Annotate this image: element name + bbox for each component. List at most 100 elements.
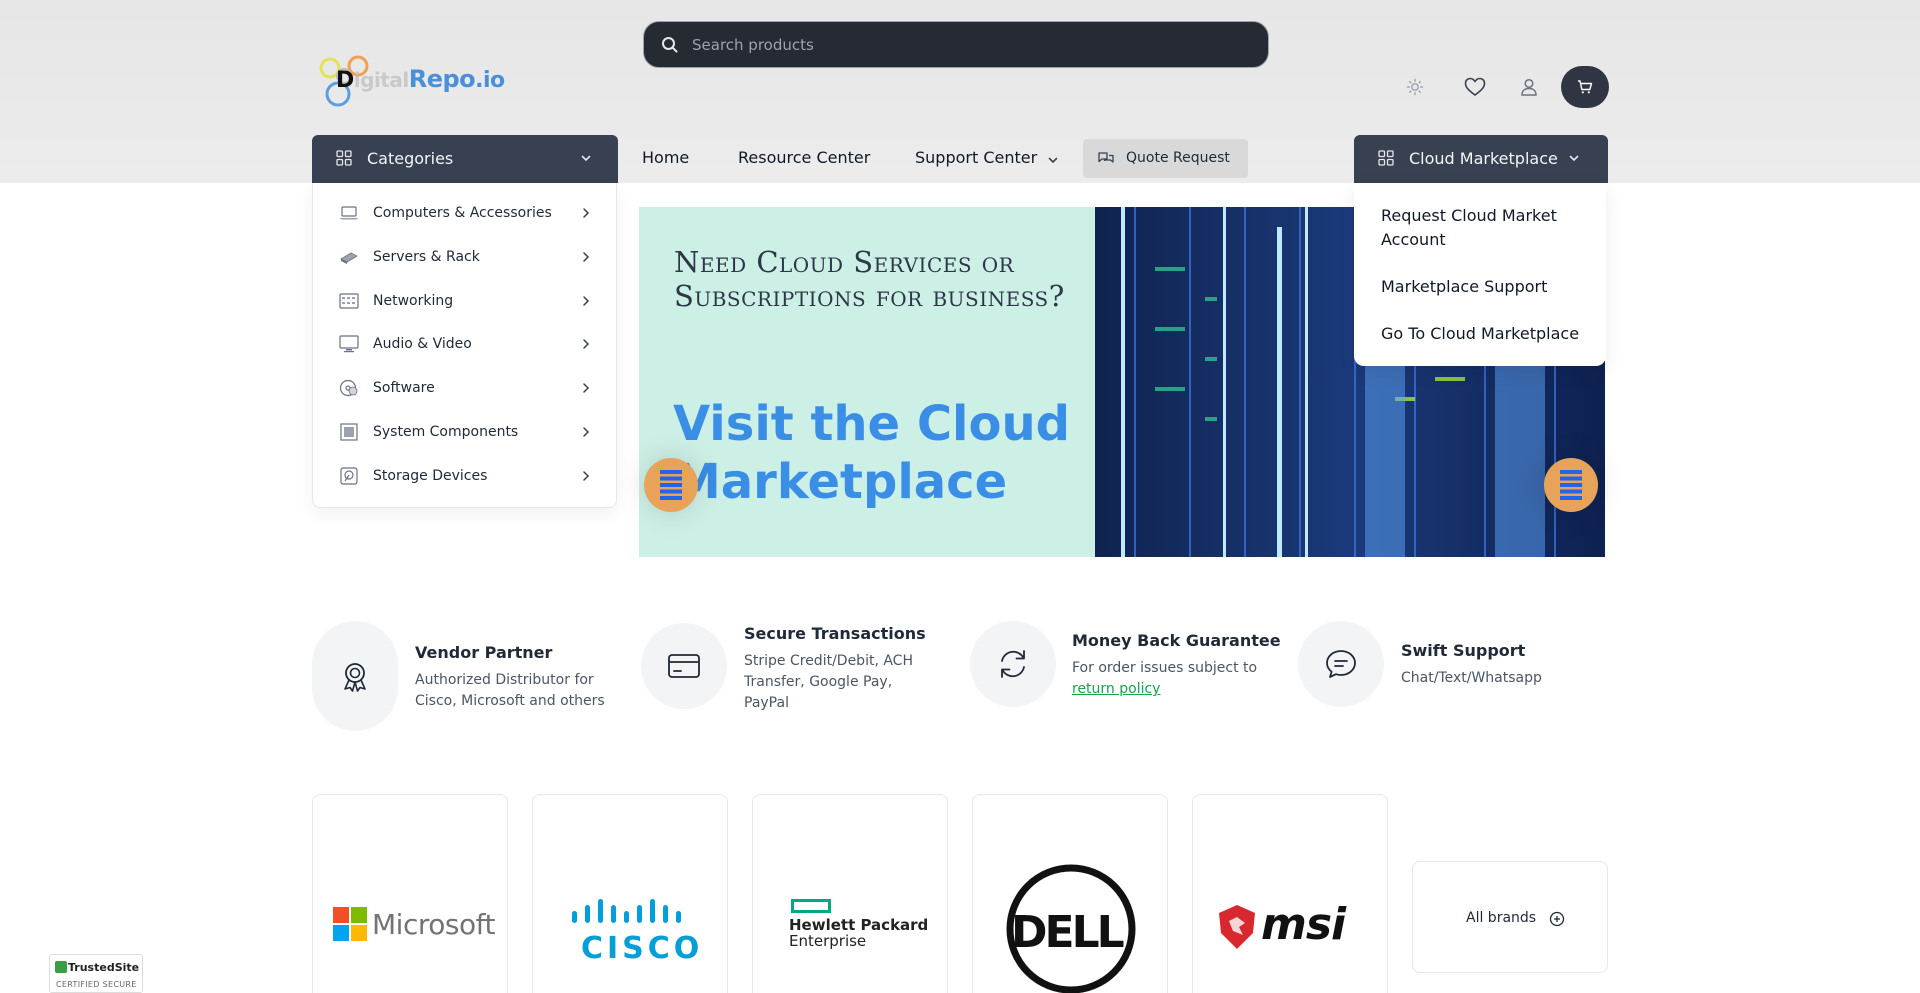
- cisco-wordmark: CISCO: [581, 931, 704, 966]
- feature-swift-support: Swift Support Chat/Text/Whatsapp: [1298, 621, 1598, 711]
- chevron-right-icon: [583, 208, 590, 218]
- chevron-down-icon: [1569, 155, 1579, 162]
- feature-icon-circle: [970, 621, 1056, 707]
- categories-menu: Computers & Accessories Servers & Rack N…: [312, 183, 617, 508]
- msi-dragon-icon: [1219, 905, 1255, 949]
- categories-label: Categories: [367, 149, 454, 168]
- feature-title: Swift Support: [1401, 641, 1526, 660]
- slider-next-icon: [1560, 470, 1582, 500]
- grid-icon: [336, 150, 352, 166]
- feature-description: Authorized Distributor for Cisco, Micros…: [415, 672, 605, 709]
- cloud-marketplace-menu: Request Cloud Market Account Marketplace…: [1354, 183, 1606, 366]
- category-label: Software: [373, 380, 435, 396]
- nav-resource-center-link[interactable]: Resource Center: [738, 148, 870, 167]
- feature-vendor-partner: Vendor Partner Authorized Distributor fo…: [312, 621, 612, 731]
- feature-icon-circle: [1298, 621, 1384, 707]
- logo-io: .io: [475, 68, 505, 93]
- logo-igital: igital: [353, 68, 409, 92]
- feature-title: Secure Transactions: [744, 624, 926, 643]
- chevron-down-icon: [581, 155, 591, 162]
- category-software[interactable]: Software: [313, 369, 618, 409]
- cisco-bars-icon: [572, 899, 681, 923]
- feature-money-back: Money Back Guarantee For order issues su…: [970, 621, 1281, 721]
- category-networking[interactable]: Networking: [313, 282, 618, 322]
- all-brands-button[interactable]: All brands: [1412, 861, 1608, 973]
- user-icon: [1521, 78, 1537, 96]
- network-switch-icon: [339, 293, 359, 309]
- return-policy-link[interactable]: return policy: [1072, 681, 1160, 697]
- account-button[interactable]: [1513, 71, 1545, 103]
- banner-text-panel: Need Cloud Services or Subscriptions for…: [639, 207, 1095, 557]
- banner-title: Need Cloud Services or Subscriptions for…: [674, 245, 1065, 313]
- chevron-right-icon: [583, 296, 590, 306]
- brand-card-hpe[interactable]: Hewlett Packard Enterprise: [752, 794, 948, 993]
- brand-card-dell[interactable]: DELL: [972, 794, 1168, 993]
- microsoft-logo-icon: [333, 907, 367, 941]
- chevron-right-icon: [583, 427, 590, 437]
- banner-prev-button[interactable]: [644, 458, 698, 512]
- brand-card-microsoft[interactable]: Microsoft: [312, 794, 508, 993]
- category-system-components[interactable]: System Components: [313, 413, 618, 453]
- search-icon: [662, 37, 678, 53]
- slider-prev-icon: [660, 470, 682, 500]
- chat-icon: [1326, 650, 1356, 678]
- site-logo[interactable]: DigitalRepo.io: [316, 54, 516, 110]
- category-computers-accessories[interactable]: Computers & Accessories: [313, 194, 618, 234]
- cloud-marketplace-button[interactable]: Cloud Marketplace: [1354, 135, 1608, 183]
- brand-card-cisco[interactable]: CISCO: [532, 794, 728, 993]
- all-brands-label: All brands: [1466, 910, 1537, 926]
- hard-drive-icon: [340, 467, 358, 485]
- quote-request-button[interactable]: Quote Request: [1083, 139, 1248, 178]
- trustedsite-badge[interactable]: TrustedSite CERTIFIED SECURE: [49, 954, 143, 993]
- quote-request-label: Quote Request: [1126, 150, 1230, 166]
- trustedsite-subtitle: CERTIFIED SECURE: [56, 980, 137, 989]
- grid-icon: [1378, 150, 1394, 166]
- category-label: Networking: [373, 293, 454, 309]
- chevron-right-icon: [583, 252, 590, 262]
- wishlist-button[interactable]: [1459, 71, 1491, 103]
- cloud-menu-go-to-marketplace[interactable]: Go To Cloud Marketplace: [1381, 322, 1591, 346]
- monitor-icon: [339, 335, 359, 353]
- feature-title: Vendor Partner: [415, 643, 553, 662]
- search-bar[interactable]: [643, 21, 1269, 68]
- cart-button[interactable]: [1561, 66, 1609, 108]
- award-icon: [344, 663, 366, 692]
- theme-toggle-button[interactable]: [1399, 71, 1431, 103]
- banner-cta: Visit the Cloud Marketplace: [673, 396, 1071, 510]
- logo-repo: Repo: [408, 65, 476, 93]
- nav-home-link[interactable]: Home: [642, 148, 689, 167]
- cloud-menu-request-account[interactable]: Request Cloud Market Account: [1381, 204, 1591, 252]
- brand-card-msi[interactable]: msi: [1192, 794, 1388, 993]
- check-icon: [55, 961, 67, 973]
- cloud-menu-marketplace-support[interactable]: Marketplace Support: [1381, 275, 1591, 299]
- banner-next-button[interactable]: [1544, 458, 1598, 512]
- feature-description-text: For order issues subject to: [1072, 660, 1258, 676]
- category-label: Audio & Video: [373, 336, 472, 352]
- category-label: Servers & Rack: [373, 249, 480, 265]
- category-servers-rack[interactable]: Servers & Rack: [313, 238, 618, 278]
- category-audio-video[interactable]: Audio & Video: [313, 325, 618, 365]
- msi-wordmark: msi: [1261, 899, 1346, 950]
- support-chevron-down-icon[interactable]: [1047, 154, 1059, 166]
- search-input[interactable]: [692, 22, 1252, 67]
- heart-icon: [1464, 77, 1486, 96]
- microsoft-wordmark: Microsoft: [372, 908, 495, 941]
- feature-icon-circle: [641, 623, 727, 709]
- categories-button[interactable]: Categories: [312, 135, 618, 183]
- chevron-right-icon: [583, 471, 590, 481]
- nav-support-center-link[interactable]: Support Center: [915, 148, 1037, 167]
- chat-bubbles-icon: [1098, 152, 1114, 163]
- dell-wordmark: DELL: [1011, 907, 1125, 958]
- cart-icon: [1578, 80, 1593, 94]
- hpe-rectangle-icon: [791, 899, 831, 913]
- category-storage-devices[interactable]: Storage Devices: [313, 457, 618, 497]
- feature-description: Chat/Text/Whatsapp: [1401, 670, 1542, 686]
- cloud-marketplace-label: Cloud Marketplace: [1409, 149, 1558, 168]
- credit-card-icon: [668, 654, 700, 678]
- chevron-right-icon: [583, 383, 590, 393]
- category-label: Computers & Accessories: [373, 205, 552, 221]
- server-icon: [340, 252, 358, 264]
- category-label: Storage Devices: [373, 468, 488, 484]
- category-label: System Components: [373, 424, 519, 440]
- feature-description: Stripe Credit/Debit, ACH Transfer, Googl…: [744, 653, 913, 711]
